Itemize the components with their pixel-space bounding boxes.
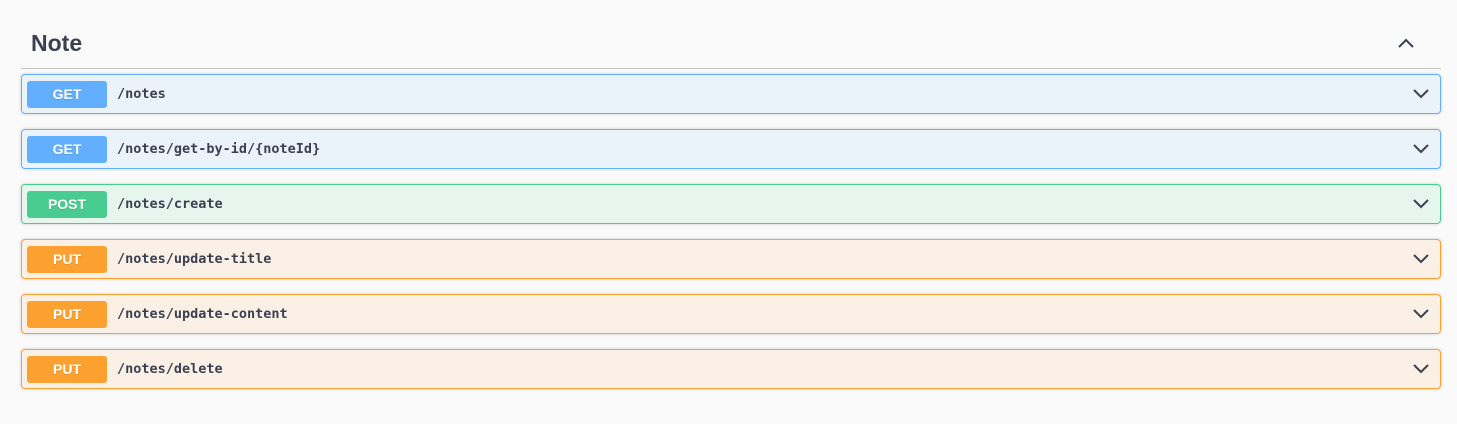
operation-path: /notes/delete [117, 361, 223, 377]
operation-put-update-content[interactable]: PUT /notes/update-content [21, 294, 1441, 334]
method-badge: PUT [27, 245, 107, 273]
operations-list: GET /notes GET /notes/get-by-id/{noteId}… [21, 74, 1441, 389]
operation-path: /notes/update-content [117, 306, 288, 322]
operation-get-notes[interactable]: GET /notes [21, 74, 1441, 114]
method-badge: GET [27, 135, 107, 163]
operation-path: /notes [117, 86, 166, 102]
method-badge: GET [27, 80, 107, 108]
operation-post-create[interactable]: POST /notes/create [21, 184, 1441, 224]
operation-path: /notes/get-by-id/{noteId} [117, 141, 321, 157]
operation-path: /notes/update-title [117, 251, 272, 267]
method-badge: PUT [27, 355, 107, 383]
chevron-down-icon[interactable] [1406, 189, 1436, 219]
tag-title: Note [31, 30, 83, 56]
method-badge: PUT [27, 300, 107, 328]
operation-put-update-title[interactable]: PUT /notes/update-title [21, 239, 1441, 279]
chevron-down-icon[interactable] [1406, 354, 1436, 384]
tag-section-note: Note GET /notes GET /notes/get-by-id/{no… [21, 18, 1441, 404]
chevron-up-icon[interactable] [1389, 26, 1423, 60]
chevron-down-icon[interactable] [1406, 79, 1436, 109]
operation-get-note-by-id[interactable]: GET /notes/get-by-id/{noteId} [21, 129, 1441, 169]
chevron-down-icon[interactable] [1406, 134, 1436, 164]
operation-path: /notes/create [117, 196, 223, 212]
chevron-down-icon[interactable] [1406, 244, 1436, 274]
chevron-down-icon[interactable] [1406, 299, 1436, 329]
method-badge: POST [27, 190, 107, 218]
tag-header[interactable]: Note [21, 18, 1441, 69]
operation-put-delete[interactable]: PUT /notes/delete [21, 349, 1441, 389]
